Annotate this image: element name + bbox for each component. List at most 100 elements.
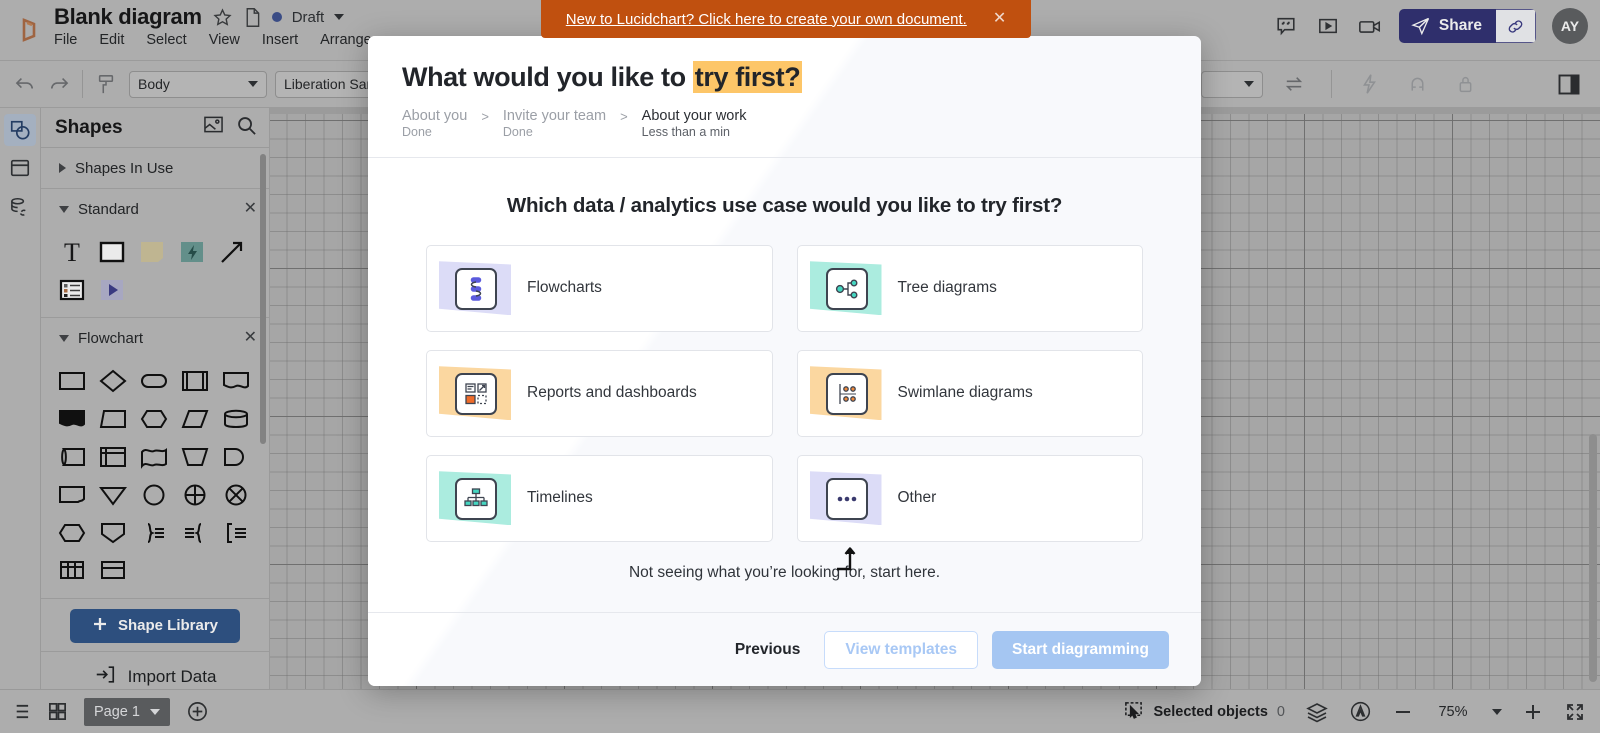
lightning-icon[interactable] (1352, 69, 1386, 99)
swap-icon[interactable] (1277, 69, 1311, 99)
shape-action-item[interactable] (175, 235, 209, 269)
copy-link-button[interactable] (1496, 9, 1536, 43)
lock-icon[interactable] (1448, 69, 1482, 99)
shape-brace-right[interactable] (137, 516, 171, 550)
shape-wave[interactable] (137, 440, 171, 474)
accessibility-icon[interactable] (1349, 700, 1372, 723)
shape-table[interactable] (55, 554, 89, 588)
banner-link[interactable]: New to Lucidchart? Click here to create … (566, 11, 967, 28)
shape-note[interactable] (135, 235, 169, 269)
add-page-icon[interactable] (186, 700, 209, 723)
section-header-standard[interactable]: Standard ✕ (41, 189, 269, 229)
sidebar-item-templates[interactable] (4, 152, 36, 184)
page-tab[interactable]: Page 1 (84, 697, 170, 726)
menu-item-insert[interactable]: Insert (262, 32, 298, 48)
shape-or[interactable] (219, 478, 253, 512)
option-timelines[interactable]: Timelines (426, 454, 773, 542)
chevron-down-icon[interactable] (1492, 708, 1502, 715)
shape-connector[interactable] (137, 478, 171, 512)
shape-decision[interactable] (96, 364, 130, 398)
magnet-icon[interactable] (1400, 69, 1434, 99)
shape-predefined[interactable] (178, 364, 212, 398)
menu-item-view[interactable]: View (209, 32, 240, 48)
menu-item-select[interactable]: Select (146, 32, 186, 48)
undo-icon[interactable] (8, 69, 42, 99)
step-about-your-work[interactable]: About your work Less than a min (642, 107, 747, 141)
menu-item-edit[interactable]: Edit (99, 32, 124, 48)
zoom-level[interactable]: 75% (1434, 704, 1472, 720)
shape-brace-left[interactable] (178, 516, 212, 550)
start-diagramming-button[interactable]: Start diagramming (992, 630, 1169, 669)
shape-multidocument[interactable] (55, 402, 89, 436)
shape-internal-storage[interactable] (96, 440, 130, 474)
redo-icon[interactable] (42, 69, 76, 99)
shape-text[interactable]: T (55, 235, 89, 269)
video-icon[interactable] (1357, 13, 1383, 39)
shape-extract[interactable] (96, 516, 130, 550)
comment-icon[interactable] (1273, 13, 1299, 39)
previous-button[interactable]: Previous (725, 641, 810, 659)
shape-bracket[interactable] (219, 516, 253, 550)
shape-list[interactable] (96, 554, 130, 588)
menu-item-arrange[interactable]: Arrange (320, 32, 372, 48)
option-tree-diagrams[interactable]: Tree diagrams (796, 244, 1143, 332)
chevron-down-icon[interactable] (149, 708, 160, 715)
shape-trapezoid[interactable] (96, 402, 130, 436)
page-title[interactable]: Blank diagram (54, 4, 202, 30)
step-about-you[interactable]: About you Done (402, 107, 467, 141)
option-swimlane-diagrams[interactable]: Swimlane diagrams (796, 349, 1143, 437)
panel-scrollbar[interactable] (260, 154, 266, 444)
star-icon[interactable] (212, 7, 233, 28)
option-reports-and-dashboards[interactable]: Reports and dashboards (426, 349, 773, 437)
share-button[interactable]: Share (1398, 9, 1496, 43)
page-icon[interactable] (243, 7, 262, 28)
shape-stored-data[interactable] (55, 440, 89, 474)
step-invite-your-team[interactable]: Invite your team Done (503, 107, 606, 141)
option-other[interactable]: Other (796, 454, 1143, 542)
lucid-logo-icon[interactable] (14, 14, 46, 46)
shape-summing-junction[interactable] (178, 478, 212, 512)
zoom-in-button[interactable] (1522, 702, 1544, 722)
sidebar-item-shapes[interactable] (4, 114, 36, 146)
selected-objects[interactable]: Selected objects 0 (1123, 700, 1285, 724)
line-style-select[interactable] (1201, 70, 1263, 98)
shape-play[interactable] (95, 273, 129, 307)
shape-hexagon[interactable] (137, 402, 171, 436)
present-icon[interactable] (1315, 13, 1341, 39)
status-badge[interactable]: Draft (292, 9, 325, 26)
format-painter-icon[interactable] (89, 69, 123, 99)
chevron-down-icon[interactable] (334, 14, 345, 20)
shape-library-button[interactable]: Shape Library (69, 608, 241, 643)
shape-terminator[interactable] (137, 364, 171, 398)
shape-cylinder[interactable] (219, 402, 253, 436)
shape-card[interactable] (55, 478, 89, 512)
section-header-flowchart[interactable]: Flowchart ✕ (41, 318, 269, 358)
close-icon[interactable]: ✕ (244, 330, 257, 346)
shape-rectangle[interactable] (95, 235, 129, 269)
view-templates-button[interactable]: View templates (824, 630, 979, 669)
option-flowcharts[interactable]: Flowcharts (426, 244, 773, 332)
outline-icon[interactable] (10, 702, 31, 721)
shape-merge[interactable] (96, 478, 130, 512)
text-style-select[interactable]: Body (129, 70, 267, 98)
close-icon[interactable]: ✕ (244, 201, 257, 217)
close-icon[interactable]: ✕ (993, 11, 1006, 27)
zoom-out-button[interactable] (1392, 705, 1414, 719)
shape-delay[interactable] (219, 440, 253, 474)
section-header-shapes-in-use[interactable]: Shapes In Use (41, 148, 269, 188)
sidebar-item-data[interactable] (4, 190, 36, 222)
search-icon[interactable] (236, 115, 257, 141)
shape-document[interactable] (219, 364, 253, 398)
shape-parallelogram[interactable] (178, 402, 212, 436)
right-panel-icon[interactable] (1552, 69, 1586, 99)
image-icon[interactable] (203, 115, 224, 141)
shape-preparation[interactable] (55, 516, 89, 550)
fullscreen-icon[interactable] (1564, 701, 1586, 723)
menu-item-file[interactable]: File (54, 32, 77, 48)
canvas-vertical-scrollbar[interactable] (1589, 434, 1597, 682)
grid-view-icon[interactable] (47, 701, 68, 722)
shape-manual-operation[interactable] (178, 440, 212, 474)
shape-arrow[interactable] (215, 235, 249, 269)
shape-process[interactable] (55, 364, 89, 398)
layers-icon[interactable] (1305, 701, 1329, 723)
